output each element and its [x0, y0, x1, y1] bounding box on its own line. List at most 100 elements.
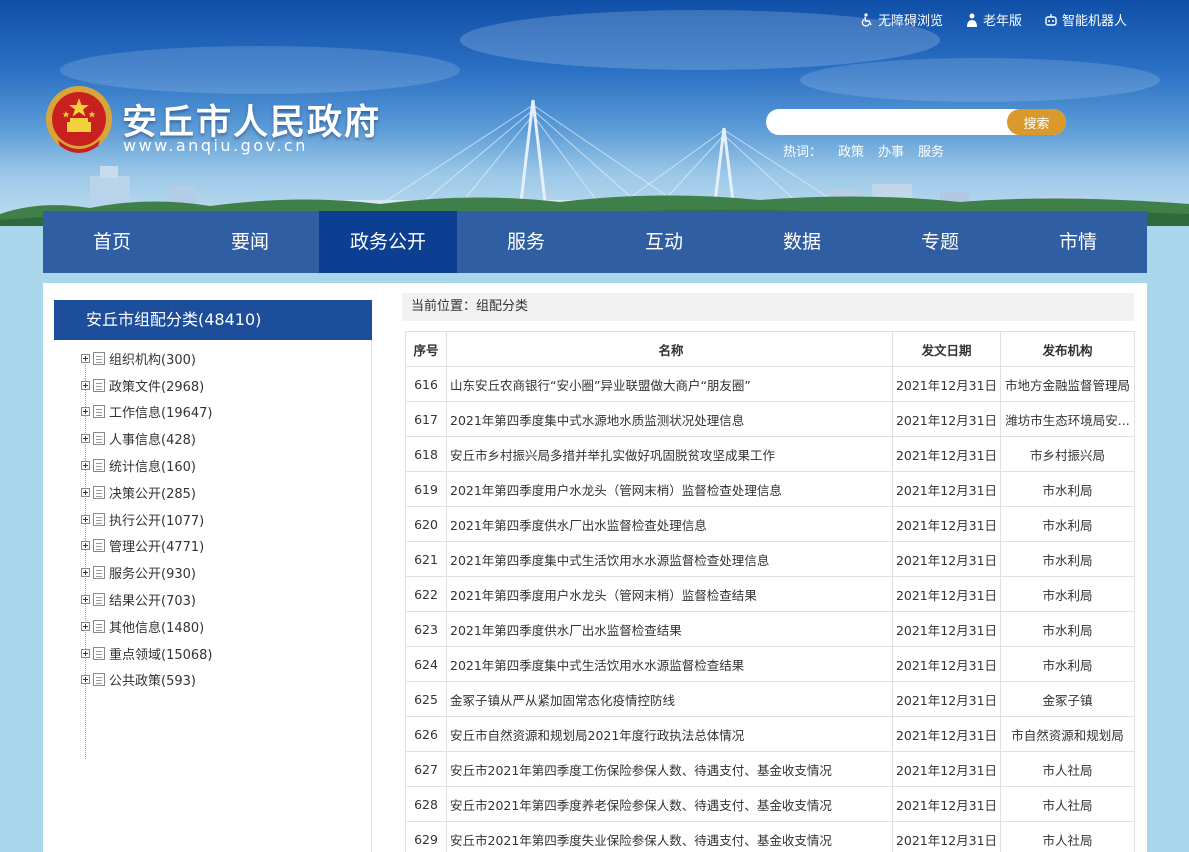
tree-item-label: 政策文件(2968)	[109, 379, 205, 395]
table-row[interactable]: 627 安丘市2021年第四季度工伤保险参保人数、待遇支付、基金收支情况 2021年…	[405, 751, 1135, 787]
table-row[interactable]: 619 2021年第四季度用户水龙头（管网末梢）监督检查处理信息 2021年12月3…	[405, 471, 1135, 507]
header-banner: 无障碍浏览 老年版 智能机器人 安丘市人民政府 www.anqiu.gov.cn…	[0, 0, 1189, 232]
cell-date: 2021年12月31日	[892, 436, 1001, 472]
nav-data[interactable]: 数据	[733, 211, 871, 273]
cell-no: 626	[405, 716, 447, 752]
cell-title-link[interactable]: 2021年第四季度集中式水源地水质监测状况处理信息	[446, 401, 893, 437]
search-button[interactable]: 搜索	[1007, 109, 1066, 135]
expand-icon[interactable]	[81, 353, 90, 363]
table-row[interactable]: 616 山东安丘农商银行“安小圈”异业联盟做大商户“朋友圈” 2021年12月31日…	[405, 366, 1135, 402]
document-icon	[93, 539, 105, 553]
cell-title-link[interactable]: 2021年第四季度用户水龙头（管网末梢）监督检查处理信息	[446, 471, 893, 507]
cell-title-link[interactable]: 金冢子镇从严从紧加固常态化疫情控防线	[446, 681, 893, 717]
cell-title-link[interactable]: 2021年第四季度供水厂出水监督检查结果	[446, 611, 893, 647]
hot-word-policy[interactable]: 政策	[838, 141, 864, 160]
cell-title-link[interactable]: 安丘市2021年第四季度养老保险参保人数、待遇支付、基金收支情况	[446, 786, 893, 822]
national-emblem-icon[interactable]	[44, 84, 114, 158]
cell-no: 621	[405, 541, 447, 577]
table-row[interactable]: 628 安丘市2021年第四季度养老保险参保人数、待遇支付、基金收支情况 2021年…	[405, 786, 1135, 822]
cell-title-link[interactable]: 2021年第四季度用户水龙头（管网末梢）监督检查结果	[446, 576, 893, 612]
table-row[interactable]: 624 2021年第四季度集中式生活饮用水水源监督检查结果 2021年12月31日市…	[405, 646, 1135, 682]
accessibility-link[interactable]: 无障碍浏览	[860, 10, 943, 29]
tree-item-other[interactable]: 其他信息(1480)	[54, 613, 371, 640]
tree-item-results[interactable]: 结果公开(703)	[54, 586, 371, 613]
document-icon	[93, 351, 105, 365]
table-row[interactable]: 629 安丘市2021年第四季度失业保险参保人数、待遇支付、基金收支情况 2021年…	[405, 821, 1135, 852]
nav-home[interactable]: 首页	[43, 211, 181, 273]
tree-item-statistics[interactable]: 统计信息(160)	[54, 452, 371, 479]
expand-icon[interactable]	[81, 621, 90, 631]
nav-gov-affairs[interactable]: 政务公开	[319, 211, 457, 273]
table-row[interactable]: 618 安丘市乡村振兴局多措并举扎实做好巩固脱贫攻坚成果工作 2021年12月31日…	[405, 436, 1135, 472]
tree-item-management[interactable]: 管理公开(4771)	[54, 533, 371, 560]
document-icon	[93, 459, 105, 473]
cell-date: 2021年12月31日	[892, 366, 1001, 402]
tree-item-organization[interactable]: 组织机构(300)	[54, 345, 371, 372]
cell-date: 2021年12月31日	[892, 681, 1001, 717]
tree-item-policy-docs[interactable]: 政策文件(2968)	[54, 372, 371, 399]
expand-icon[interactable]	[81, 568, 90, 578]
cell-no: 619	[405, 471, 447, 507]
document-icon	[93, 378, 105, 392]
header-date: 发文日期	[892, 331, 1001, 367]
tree-item-label: 重点领域(15068)	[109, 647, 213, 663]
document-icon	[93, 405, 105, 419]
expand-icon[interactable]	[81, 487, 90, 497]
robot-link[interactable]: 智能机器人	[1044, 10, 1127, 29]
tree-item-work-info[interactable]: 工作信息(19647)	[54, 399, 371, 426]
nav-service[interactable]: 服务	[457, 211, 595, 273]
expand-icon[interactable]	[81, 541, 90, 551]
expand-icon[interactable]	[81, 675, 90, 685]
expand-icon[interactable]	[81, 648, 90, 658]
main-nav: 首页 要闻 政务公开 服务 互动 数据 专题 市情	[43, 211, 1147, 273]
expand-icon[interactable]	[81, 595, 90, 605]
search-input[interactable]	[778, 112, 1006, 132]
tree-item-label: 组织机构(300)	[109, 352, 196, 368]
table-row[interactable]: 623 2021年第四季度供水厂出水监督检查结果 2021年12月31日 市水利局	[405, 611, 1135, 647]
cell-title-link[interactable]: 2021年第四季度集中式生活饮用水水源监督检查结果	[446, 646, 893, 682]
header-org: 发布机构	[1000, 331, 1135, 367]
document-icon	[93, 432, 105, 446]
nav-interaction[interactable]: 互动	[595, 211, 733, 273]
nav-news[interactable]: 要闻	[181, 211, 319, 273]
table-row[interactable]: 621 2021年第四季度集中式生活饮用水水源监督检查处理信息 2021年12月31…	[405, 541, 1135, 577]
cell-no: 624	[405, 646, 447, 682]
table-row[interactable]: 622 2021年第四季度用户水龙头（管网末梢）监督检查结果 2021年12月31日…	[405, 576, 1135, 612]
tree-item-decision[interactable]: 决策公开(285)	[54, 479, 371, 506]
sidebar-title[interactable]: 安丘市组配分类(48410)	[54, 300, 372, 340]
tree-item-service[interactable]: 服务公开(930)	[54, 559, 371, 586]
tree-item-key-areas[interactable]: 重点领域(15068)	[54, 640, 371, 667]
table-row[interactable]: 626 安丘市自然资源和规划局2021年度行政执法总体情况 2021年12月31日市…	[405, 716, 1135, 752]
nav-city-info[interactable]: 市情	[1009, 211, 1147, 273]
cell-org: 市人社局	[1000, 821, 1135, 852]
cell-org: 市自然资源和规划局	[1000, 716, 1135, 752]
breadcrumb: 当前位置：组配分类	[402, 293, 1134, 321]
category-tree: 组织机构(300) 政策文件(2968) 工作信息(19647) 人事信息(42…	[54, 340, 371, 759]
document-icon	[93, 485, 105, 499]
nav-topics[interactable]: 专题	[871, 211, 1009, 273]
elderly-mode-link[interactable]: 老年版	[965, 10, 1022, 29]
expand-icon[interactable]	[81, 514, 90, 524]
cell-date: 2021年12月31日	[892, 401, 1001, 437]
table-row[interactable]: 620 2021年第四季度供水厂出水监督检查处理信息 2021年12月31日 市水利局	[405, 506, 1135, 542]
cell-title-link[interactable]: 2021年第四季度供水厂出水监督检查处理信息	[446, 506, 893, 542]
table-row[interactable]: 617 2021年第四季度集中式水源地水质监测状况处理信息 2021年12月31日潍…	[405, 401, 1135, 437]
expand-icon[interactable]	[81, 407, 90, 417]
cell-title-link[interactable]: 安丘市乡村振兴局多措并举扎实做好巩固脱贫攻坚成果工作	[446, 436, 893, 472]
hot-word-affairs[interactable]: 办事	[878, 141, 904, 160]
expand-icon[interactable]	[81, 461, 90, 471]
cell-title-link[interactable]: 安丘市2021年第四季度失业保险参保人数、待遇支付、基金收支情况	[446, 821, 893, 852]
tree-item-label: 结果公开(703)	[109, 594, 196, 610]
table-row[interactable]: 625 金冢子镇从严从紧加固常态化疫情控防线 2021年12月31日 金冢子镇	[405, 681, 1135, 717]
hot-word-service[interactable]: 服务	[918, 141, 944, 160]
cell-title-link[interactable]: 安丘市2021年第四季度工伤保险参保人数、待遇支付、基金收支情况	[446, 751, 893, 787]
tree-item-execution[interactable]: 执行公开(1077)	[54, 506, 371, 533]
cell-title-link[interactable]: 安丘市自然资源和规划局2021年度行政执法总体情况	[446, 716, 893, 752]
cell-title-link[interactable]: 山东安丘农商银行“安小圈”异业联盟做大商户“朋友圈”	[446, 366, 893, 402]
expand-icon[interactable]	[81, 434, 90, 444]
tree-item-personnel[interactable]: 人事信息(428)	[54, 425, 371, 452]
tree-item-label: 人事信息(428)	[109, 433, 196, 449]
cell-title-link[interactable]: 2021年第四季度集中式生活饮用水水源监督检查处理信息	[446, 541, 893, 577]
expand-icon[interactable]	[81, 380, 90, 390]
tree-item-public-policy[interactable]: 公共政策(593)	[54, 667, 371, 694]
